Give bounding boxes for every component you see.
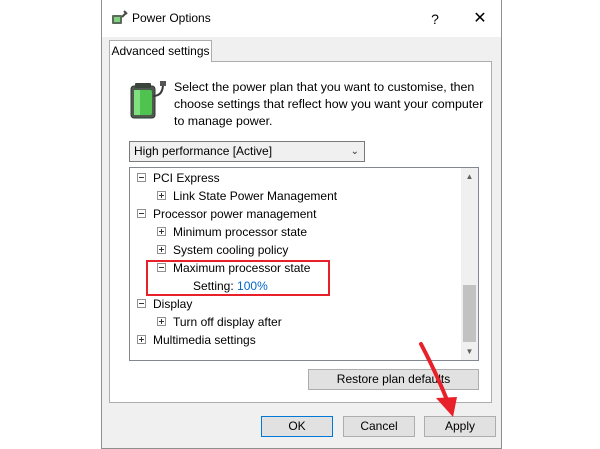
collapse-icon[interactable]: [137, 299, 146, 309]
expand-icon[interactable]: [137, 335, 146, 345]
tree-item-label: PCI Express: [153, 171, 220, 185]
tree-item-label: Turn off display after: [173, 315, 282, 329]
expand-icon[interactable]: [157, 317, 166, 327]
tree-item-link-state-power-management[interactable]: Link State Power Management: [157, 187, 337, 205]
power-plan-value: High performance [Active]: [134, 144, 273, 158]
title-bar: Power Options ? ✕: [102, 0, 501, 37]
tree-item-label: Processor power management: [153, 207, 317, 221]
tree-item-label: System cooling policy: [173, 243, 289, 257]
scroll-thumb[interactable]: [463, 285, 476, 342]
window-title: Power Options: [132, 11, 211, 25]
tree-item-label: Multimedia settings: [153, 333, 256, 347]
tab-advanced-settings[interactable]: Advanced settings: [109, 40, 212, 62]
highlight-annotation-box: [146, 260, 330, 296]
power-options-icon: [112, 10, 128, 24]
close-button[interactable]: ✕: [468, 8, 492, 30]
power-options-dialog: Power Options ? ✕ Advanced settings Sele…: [101, 0, 502, 449]
scroll-down-icon[interactable]: ▼: [461, 343, 478, 360]
power-plan-select[interactable]: High performance [Active] ⌄: [129, 141, 365, 162]
restore-plan-defaults-button[interactable]: Restore plan defaults: [308, 369, 479, 390]
chevron-down-icon: ⌄: [350, 146, 359, 157]
tree-item-minimum-processor-state[interactable]: Minimum processor state: [157, 223, 307, 241]
tree-item-display[interactable]: Display: [137, 295, 192, 313]
help-button[interactable]: ?: [423, 8, 447, 30]
tree-item-label: Minimum processor state: [173, 225, 308, 239]
cancel-button[interactable]: Cancel: [343, 416, 415, 437]
scroll-up-icon[interactable]: ▲: [461, 168, 478, 185]
vertical-scrollbar[interactable]: ▲ ▼: [461, 168, 478, 360]
settings-panel: Select the power plan that you want to c…: [109, 61, 492, 403]
expand-icon[interactable]: [157, 191, 166, 201]
apply-button[interactable]: Apply: [424, 416, 496, 437]
tree-item-turn-off-display-after[interactable]: Turn off display after: [157, 313, 282, 331]
expand-icon[interactable]: [157, 227, 166, 237]
tree-item-system-cooling-policy[interactable]: System cooling policy: [157, 241, 288, 259]
collapse-icon[interactable]: [137, 209, 146, 219]
tree-item-processor-power-management[interactable]: Processor power management: [137, 205, 316, 223]
tree-item-label: Link State Power Management: [173, 189, 338, 203]
tree-item-label: Display: [153, 297, 193, 311]
tree-item-multimedia-settings[interactable]: Multimedia settings: [137, 331, 256, 349]
description-text: Select the power plan that you want to c…: [174, 80, 484, 128]
tree-item-pci-express[interactable]: PCI Express: [137, 169, 220, 187]
ok-button[interactable]: OK: [261, 416, 333, 437]
expand-icon[interactable]: [157, 245, 166, 255]
collapse-icon[interactable]: [137, 173, 146, 183]
battery-plug-icon: [130, 81, 166, 119]
